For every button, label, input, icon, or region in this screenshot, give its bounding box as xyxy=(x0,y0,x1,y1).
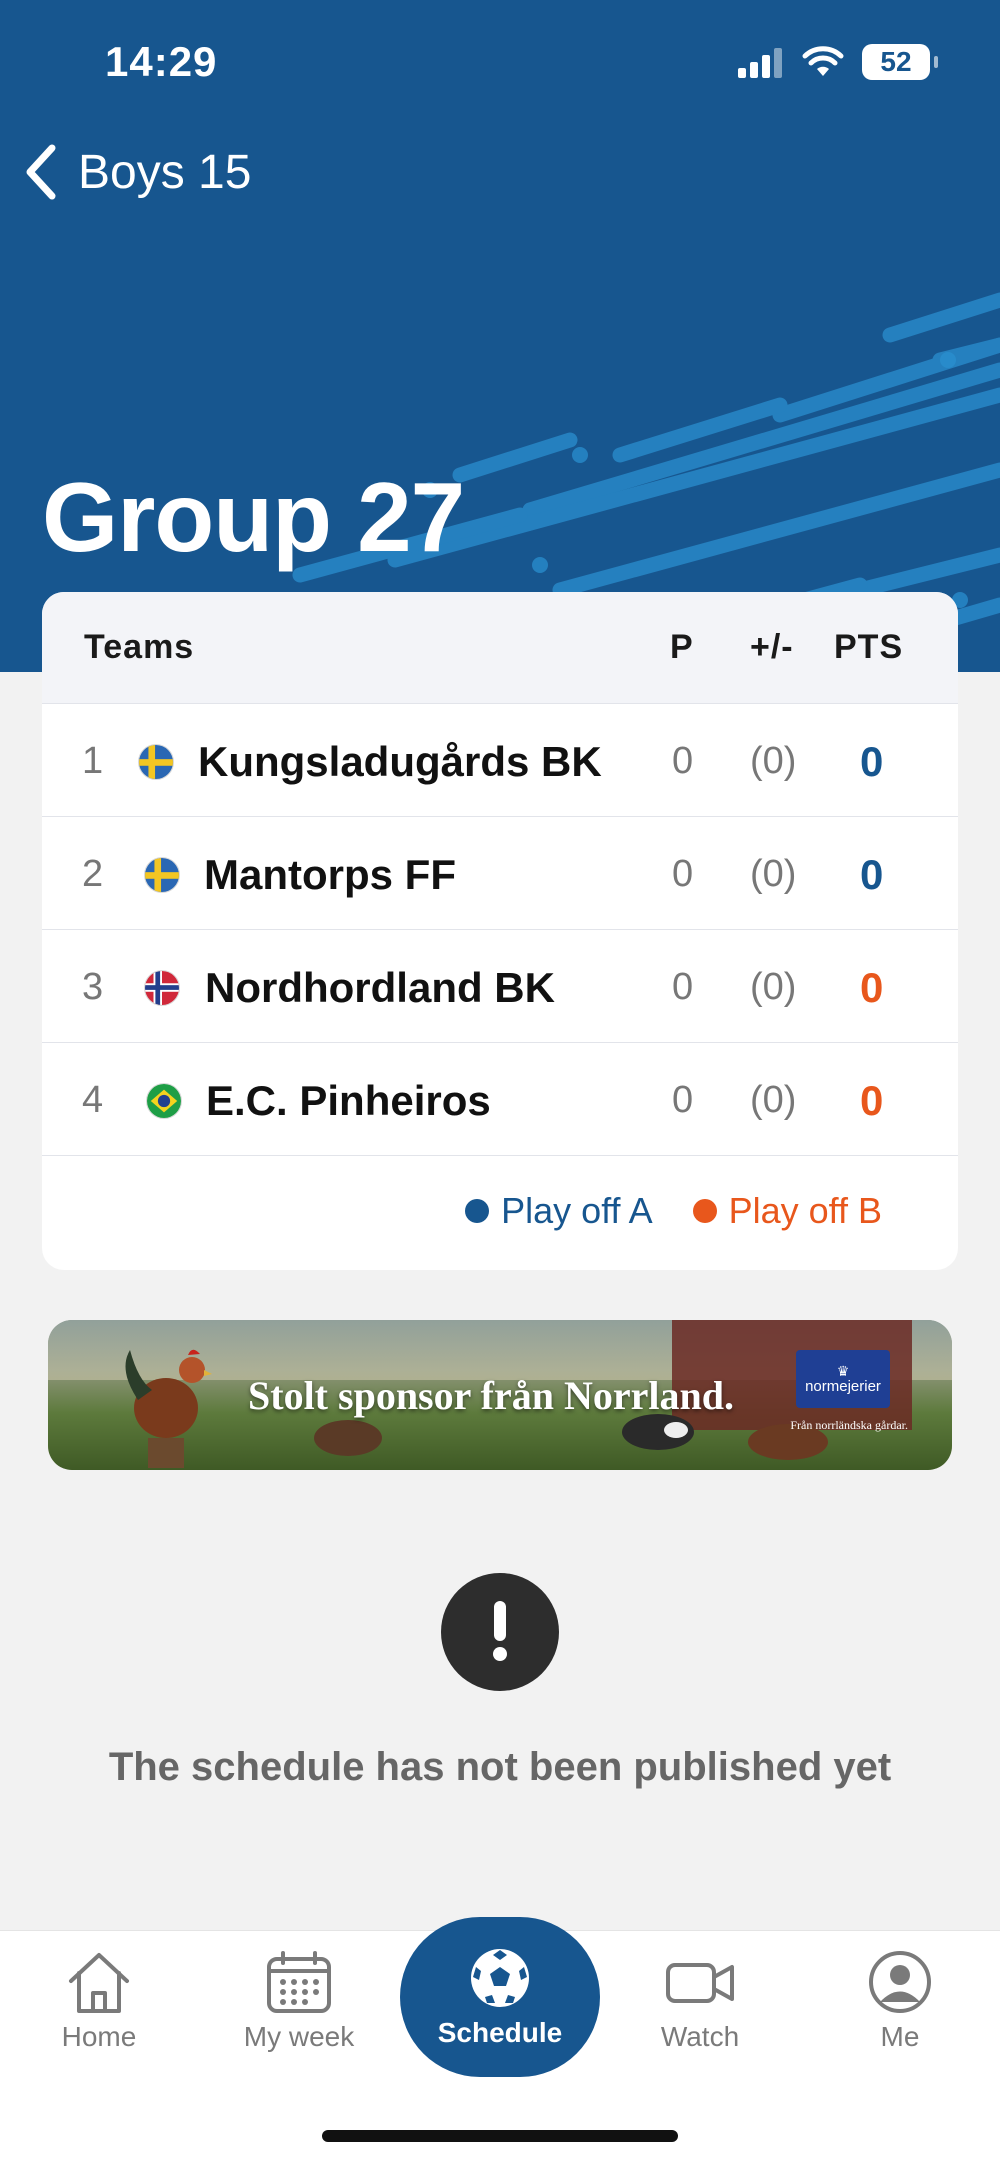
tab-label: Me xyxy=(880,2021,920,2052)
tab-label: Schedule xyxy=(437,2017,563,2048)
legend-playoff-b: Play off B xyxy=(692,1190,882,1232)
row-diff: (0) xyxy=(750,1079,797,1121)
battery-level: 52 xyxy=(880,46,912,77)
header-teams: Teams xyxy=(84,628,195,666)
chevron-left-icon xyxy=(26,144,56,200)
tab-label: My week xyxy=(243,2021,355,2052)
table-row[interactable]: 1 Kungsladugårds BK 0 (0) 0 xyxy=(42,704,958,817)
team-name: Kungsladugårds BK xyxy=(198,738,602,785)
legend-label-a: Play off A xyxy=(501,1190,653,1231)
exclamation-icon xyxy=(441,1573,559,1691)
table-row[interactable]: 3 Nordhordland BK 0 (0) 0 xyxy=(42,930,958,1043)
tab-label: Watch xyxy=(660,2021,740,2052)
tab-me[interactable]: Me xyxy=(820,1949,980,2053)
sweden-flag-icon xyxy=(144,857,180,893)
banner-slogan: Stolt sponsor från Norrland. xyxy=(248,1373,734,1418)
sponsor-logo-text: normejerier xyxy=(805,1377,881,1395)
team-name: Mantorps FF xyxy=(204,851,456,898)
brazil-flag-icon xyxy=(146,1083,182,1119)
row-points: 0 xyxy=(860,964,884,1011)
home-indicator xyxy=(322,2130,678,2142)
row-position: 4 xyxy=(82,1079,104,1121)
back-button[interactable]: Boys 15 xyxy=(22,142,251,202)
header-played: P xyxy=(670,628,694,666)
tab-my-week[interactable]: My week xyxy=(219,1949,379,2053)
legend-playoff-a: Play off A xyxy=(465,1190,653,1232)
row-diff: (0) xyxy=(750,740,797,782)
back-label: Boys 15 xyxy=(78,145,252,199)
wifi-icon xyxy=(802,46,844,76)
row-points: 0 xyxy=(860,851,884,898)
soccer-ball-icon xyxy=(471,1949,529,2007)
row-position: 3 xyxy=(82,966,104,1008)
status-time: 14:29 xyxy=(105,38,218,85)
row-position: 1 xyxy=(82,740,104,782)
row-diff: (0) xyxy=(750,853,797,895)
row-played: 0 xyxy=(672,966,694,1008)
playoff-b-dot-icon xyxy=(692,1199,717,1223)
user-icon xyxy=(869,1951,931,2013)
norway-flag-icon xyxy=(144,970,180,1006)
tab-watch[interactable]: Watch xyxy=(620,1949,780,2053)
video-camera-icon xyxy=(666,1963,734,2003)
header-diff: +/- xyxy=(750,628,794,666)
standings-card: Teams P +/- PTS 1 Kungsladugårds BK 0 (0… xyxy=(42,592,958,1270)
exclamation-glyph xyxy=(493,1601,507,1661)
sweden-flag-icon xyxy=(138,744,174,780)
status-bar: 14:29 52 xyxy=(0,0,1000,130)
team-name: E.C. Pinheiros xyxy=(206,1077,491,1124)
page-title: Group 27 xyxy=(42,462,465,572)
row-diff: (0) xyxy=(750,966,797,1008)
schedule-notice: The schedule has not been published yet xyxy=(108,1745,892,1789)
calendar-icon xyxy=(267,1951,331,2013)
sponsor-logo: ♛ normejerier xyxy=(796,1350,890,1408)
row-position: 2 xyxy=(82,853,104,895)
row-played: 0 xyxy=(672,740,694,782)
banner-tagline: Från norrländska gårdar. xyxy=(790,1418,908,1432)
team-name: Nordhordland BK xyxy=(205,964,555,1011)
row-points: 0 xyxy=(860,1077,884,1124)
row-played: 0 xyxy=(672,1079,694,1121)
standings-header: Teams P +/- PTS xyxy=(42,592,958,704)
status-icons: 52 xyxy=(738,44,938,80)
home-icon xyxy=(69,1953,129,2013)
signal-icon xyxy=(738,48,782,78)
table-row[interactable]: 2 Mantorps FF 0 (0) 0 xyxy=(42,817,958,930)
playoff-legend: Play off A Play off B xyxy=(465,1190,882,1232)
tab-schedule[interactable]: Schedule xyxy=(400,1917,600,2077)
table-row[interactable]: 4 E.C. Pinheiros 0 (0) 0 xyxy=(42,1043,958,1156)
row-points: 0 xyxy=(860,738,884,785)
legend-label-b: Play off B xyxy=(728,1190,882,1231)
battery-icon: 52 xyxy=(862,44,938,80)
tab-home[interactable]: Home xyxy=(19,1949,179,2053)
header-points: PTS xyxy=(834,628,904,666)
playoff-a-dot-icon xyxy=(465,1199,490,1223)
crown-icon: ♛ xyxy=(836,1362,850,1379)
row-played: 0 xyxy=(672,853,694,895)
sponsor-banner[interactable]: Stolt sponsor från Norrland. ♛ normejeri… xyxy=(48,1320,952,1470)
rooster-image xyxy=(125,1349,212,1468)
tab-label: Home xyxy=(61,2021,137,2052)
